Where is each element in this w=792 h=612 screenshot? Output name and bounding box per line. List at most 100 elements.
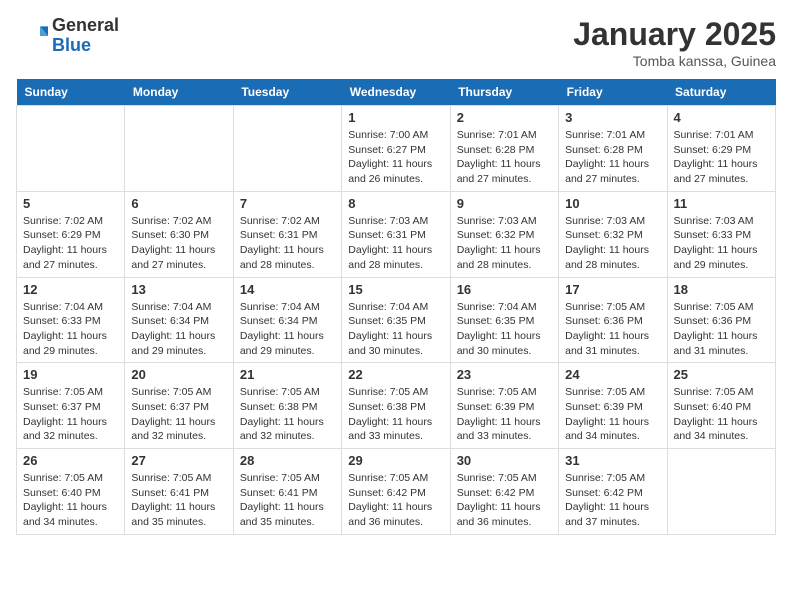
day-number: 24 [565,367,660,382]
calendar-cell: 9Sunrise: 7:03 AM Sunset: 6:32 PM Daylig… [450,191,558,277]
day-number: 22 [348,367,443,382]
day-info: Sunrise: 7:05 AM Sunset: 6:36 PM Dayligh… [565,300,660,359]
calendar-header-row: SundayMondayTuesdayWednesdayThursdayFrid… [17,79,776,106]
logo-blue-text: Blue [52,36,119,56]
logo: General Blue [16,16,119,56]
day-info: Sunrise: 7:05 AM Sunset: 6:38 PM Dayligh… [348,385,443,444]
week-row-2: 5Sunrise: 7:02 AM Sunset: 6:29 PM Daylig… [17,191,776,277]
day-info: Sunrise: 7:05 AM Sunset: 6:37 PM Dayligh… [23,385,118,444]
day-info: Sunrise: 7:00 AM Sunset: 6:27 PM Dayligh… [348,128,443,187]
calendar-cell: 28Sunrise: 7:05 AM Sunset: 6:41 PM Dayli… [233,449,341,535]
day-number: 27 [131,453,226,468]
calendar-cell: 4 Sunrise: 7:01 AM Sunset: 6:29 PM Daylig… [667,106,775,192]
day-number: 2 [457,110,552,125]
day-info: Sunrise: 7:01 AM Sunset: 6:29 PM Dayligh… [674,128,769,187]
calendar-cell: 15Sunrise: 7:04 AM Sunset: 6:35 PM Dayli… [342,277,450,363]
calendar-cell: 8 Sunrise: 7:03 AM Sunset: 6:31 PM Daylig… [342,191,450,277]
calendar-cell: 11 Sunrise: 7:03 AM Sunset: 6:33 PM Dayli… [667,191,775,277]
day-number: 29 [348,453,443,468]
calendar-cell [125,106,233,192]
week-row-5: 26Sunrise: 7:05 AM Sunset: 6:40 PM Dayli… [17,449,776,535]
calendar-cell: 12Sunrise: 7:04 AM Sunset: 6:33 PM Dayli… [17,277,125,363]
day-info: Sunrise: 7:05 AM Sunset: 6:38 PM Dayligh… [240,385,335,444]
day-number: 25 [674,367,769,382]
calendar-cell: 1 Sunrise: 7:00 AM Sunset: 6:27 PM Daylig… [342,106,450,192]
day-header-wednesday: Wednesday [342,79,450,106]
calendar-cell: 13 Sunrise: 7:04 AM Sunset: 6:34 PM Dayli… [125,277,233,363]
day-info: Sunrise: 7:04 AM Sunset: 6:34 PM Dayligh… [240,300,335,359]
day-number: 17 [565,282,660,297]
day-info: Sunrise: 7:05 AM Sunset: 6:42 PM Dayligh… [565,471,660,530]
day-number: 1 [348,110,443,125]
day-info: Sunrise: 7:02 AM Sunset: 6:31 PM Dayligh… [240,214,335,273]
day-info: Sunrise: 7:02 AM Sunset: 6:29 PM Dayligh… [23,214,118,273]
calendar-cell: 19 Sunrise: 7:05 AM Sunset: 6:37 PM Dayli… [17,363,125,449]
day-header-sunday: Sunday [17,79,125,106]
calendar-cell: 2 Sunrise: 7:01 AM Sunset: 6:28 PM Daylig… [450,106,558,192]
day-number: 21 [240,367,335,382]
calendar-cell [233,106,341,192]
day-number: 19 [23,367,118,382]
logo-icon [16,20,48,52]
day-header-monday: Monday [125,79,233,106]
calendar-cell: 10Sunrise: 7:03 AM Sunset: 6:32 PM Dayli… [559,191,667,277]
day-info: Sunrise: 7:05 AM Sunset: 6:36 PM Dayligh… [674,300,769,359]
calendar-cell: 26Sunrise: 7:05 AM Sunset: 6:40 PM Dayli… [17,449,125,535]
day-info: Sunrise: 7:05 AM Sunset: 6:41 PM Dayligh… [131,471,226,530]
week-row-4: 19 Sunrise: 7:05 AM Sunset: 6:37 PM Dayli… [17,363,776,449]
location-text: Tomba kanssa, Guinea [573,53,776,69]
day-number: 13 [131,282,226,297]
title-block: January 2025 Tomba kanssa, Guinea [573,16,776,69]
day-number: 3 [565,110,660,125]
day-info: Sunrise: 7:04 AM Sunset: 6:34 PM Dayligh… [131,300,226,359]
day-number: 4 [674,110,769,125]
day-header-friday: Friday [559,79,667,106]
calendar-cell: 27 Sunrise: 7:05 AM Sunset: 6:41 PM Dayli… [125,449,233,535]
calendar-cell: 31Sunrise: 7:05 AM Sunset: 6:42 PM Dayli… [559,449,667,535]
day-info: Sunrise: 7:05 AM Sunset: 6:40 PM Dayligh… [674,385,769,444]
calendar-cell: 25 Sunrise: 7:05 AM Sunset: 6:40 PM Dayli… [667,363,775,449]
calendar-cell: 3 Sunrise: 7:01 AM Sunset: 6:28 PM Daylig… [559,106,667,192]
calendar-cell: 17 Sunrise: 7:05 AM Sunset: 6:36 PM Dayli… [559,277,667,363]
day-number: 7 [240,196,335,211]
day-info: Sunrise: 7:05 AM Sunset: 6:40 PM Dayligh… [23,471,118,530]
day-info: Sunrise: 7:05 AM Sunset: 6:42 PM Dayligh… [348,471,443,530]
calendar-cell: 16 Sunrise: 7:04 AM Sunset: 6:35 PM Dayli… [450,277,558,363]
day-number: 16 [457,282,552,297]
calendar-cell [667,449,775,535]
day-info: Sunrise: 7:03 AM Sunset: 6:33 PM Dayligh… [674,214,769,273]
day-header-thursday: Thursday [450,79,558,106]
logo-general-text: General [52,16,119,36]
day-number: 30 [457,453,552,468]
calendar-cell: 21 Sunrise: 7:05 AM Sunset: 6:38 PM Dayli… [233,363,341,449]
day-info: Sunrise: 7:03 AM Sunset: 6:31 PM Dayligh… [348,214,443,273]
day-number: 8 [348,196,443,211]
calendar-cell: 29 Sunrise: 7:05 AM Sunset: 6:42 PM Dayli… [342,449,450,535]
day-info: Sunrise: 7:04 AM Sunset: 6:35 PM Dayligh… [457,300,552,359]
page-header: General Blue January 2025 Tomba kanssa, … [16,16,776,69]
day-info: Sunrise: 7:03 AM Sunset: 6:32 PM Dayligh… [457,214,552,273]
day-number: 20 [131,367,226,382]
day-header-tuesday: Tuesday [233,79,341,106]
calendar-cell: 24 Sunrise: 7:05 AM Sunset: 6:39 PM Dayli… [559,363,667,449]
calendar-cell: 20 Sunrise: 7:05 AM Sunset: 6:37 PM Dayli… [125,363,233,449]
month-title: January 2025 [573,16,776,53]
day-info: Sunrise: 7:01 AM Sunset: 6:28 PM Dayligh… [565,128,660,187]
day-info: Sunrise: 7:05 AM Sunset: 6:39 PM Dayligh… [565,385,660,444]
week-row-1: 1 Sunrise: 7:00 AM Sunset: 6:27 PM Daylig… [17,106,776,192]
day-info: Sunrise: 7:01 AM Sunset: 6:28 PM Dayligh… [457,128,552,187]
calendar-cell: 30Sunrise: 7:05 AM Sunset: 6:42 PM Dayli… [450,449,558,535]
calendar-cell: 6Sunrise: 7:02 AM Sunset: 6:30 PM Daylig… [125,191,233,277]
calendar-cell: 14 Sunrise: 7:04 AM Sunset: 6:34 PM Dayli… [233,277,341,363]
day-number: 12 [23,282,118,297]
calendar-cell: 5Sunrise: 7:02 AM Sunset: 6:29 PM Daylig… [17,191,125,277]
day-number: 6 [131,196,226,211]
calendar-cell: 22 Sunrise: 7:05 AM Sunset: 6:38 PM Dayli… [342,363,450,449]
day-header-saturday: Saturday [667,79,775,106]
day-number: 14 [240,282,335,297]
day-number: 11 [674,196,769,211]
calendar-cell: 7 Sunrise: 7:02 AM Sunset: 6:31 PM Daylig… [233,191,341,277]
day-info: Sunrise: 7:05 AM Sunset: 6:37 PM Dayligh… [131,385,226,444]
day-info: Sunrise: 7:05 AM Sunset: 6:41 PM Dayligh… [240,471,335,530]
day-number: 10 [565,196,660,211]
